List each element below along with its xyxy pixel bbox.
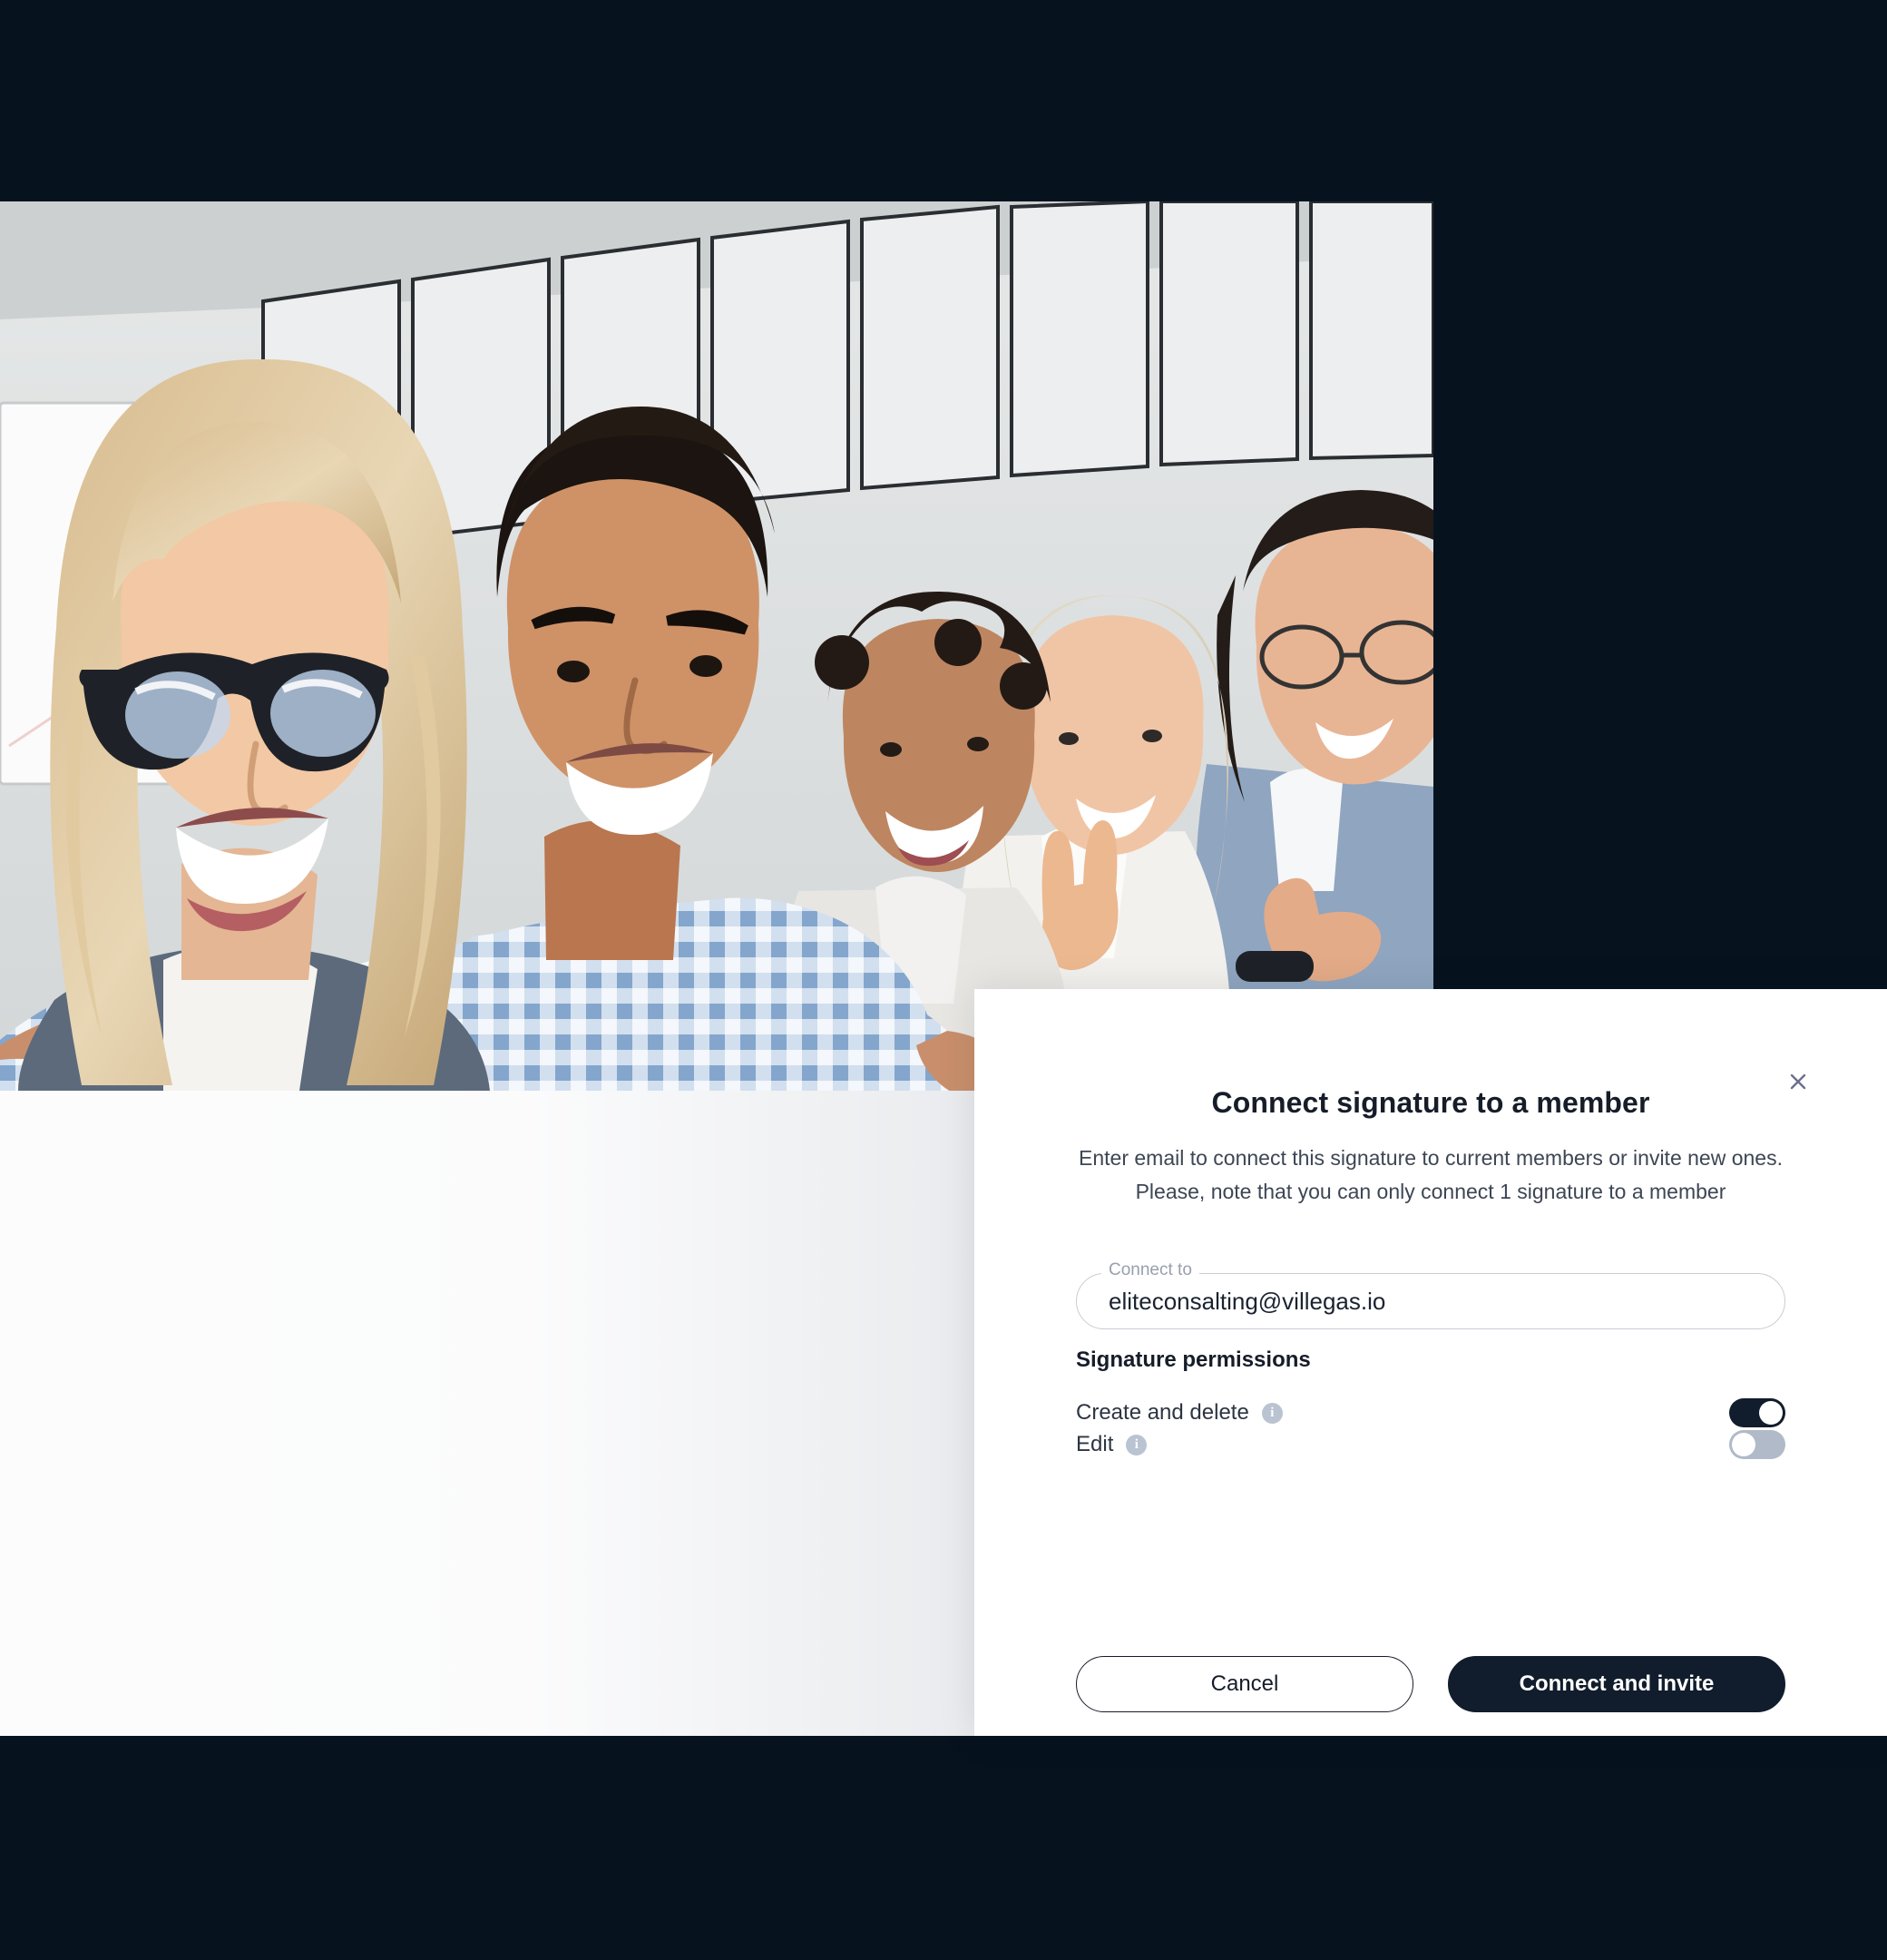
permission-label-edit: Edit xyxy=(1076,1432,1114,1456)
permission-row-edit: Edit i xyxy=(1076,1426,1785,1463)
toggle-knob xyxy=(1732,1433,1755,1456)
connect-to-input[interactable] xyxy=(1109,1273,1753,1329)
info-icon[interactable]: i xyxy=(1261,1402,1283,1424)
connect-signature-modal: Connect signature to a member Enter emai… xyxy=(974,989,1887,1736)
info-icon[interactable]: i xyxy=(1126,1434,1148,1455)
hero-photo-graphic xyxy=(0,201,1433,1091)
app-root: Anne Morris Management Consultant Elite … xyxy=(0,0,1887,1960)
connect-and-invite-button[interactable]: Connect and invite xyxy=(1448,1656,1785,1712)
signature-permissions-title: Signature permissions xyxy=(1076,1348,1311,1372)
permission-row-create-and-delete: Create and delete i xyxy=(1076,1395,1785,1431)
toggle-knob xyxy=(1759,1401,1783,1425)
toggle-edit[interactable] xyxy=(1729,1430,1785,1459)
modal-title: Connect signature to a member xyxy=(1211,1086,1650,1119)
permission-label-create-and-delete: Create and delete xyxy=(1076,1400,1249,1425)
modal-description: Enter email to connect this signature to… xyxy=(1079,1146,1783,1204)
cancel-button[interactable]: Cancel xyxy=(1076,1656,1413,1712)
toggle-create-and-delete[interactable] xyxy=(1729,1398,1785,1427)
hero-team-photo xyxy=(0,201,1433,1091)
connect-to-field[interactable]: Connect to xyxy=(1076,1261,1785,1329)
